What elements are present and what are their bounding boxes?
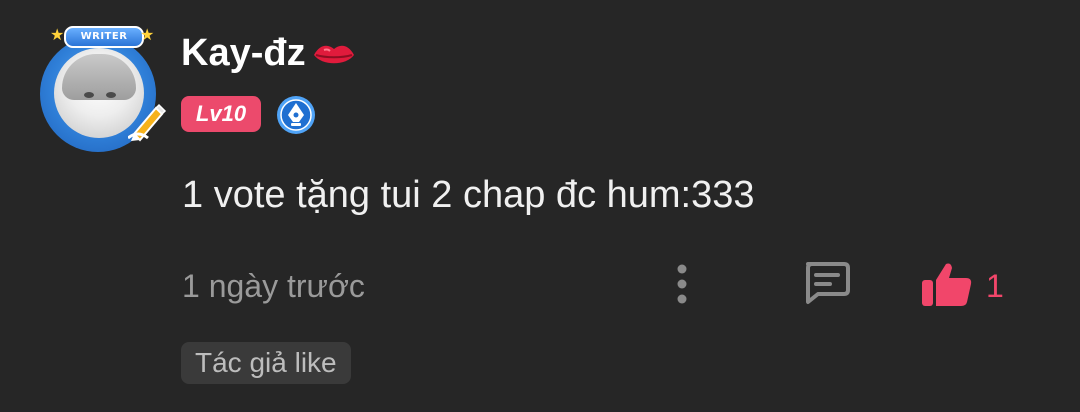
lips-icon [314, 45, 354, 64]
author-liked-tag: Tác giả like [181, 342, 351, 384]
comment-text: 1 vote tặng tui 2 chap đc hum:333 [182, 174, 755, 216]
author-name[interactable]: Kay-đz [181, 32, 306, 75]
star-icon: ★ [50, 27, 65, 44]
thumbs-up-icon[interactable] [918, 260, 974, 308]
star-icon: ★ [140, 27, 155, 44]
avatar-writer-banner: WRITER [64, 26, 144, 48]
avatar-eye [106, 92, 116, 98]
level-badge: Lv10 [181, 96, 261, 132]
vertical-dots-icon[interactable] [668, 262, 696, 306]
pen-nib-badge-icon [277, 96, 315, 134]
timestamp: 1 ngày trước [182, 268, 365, 304]
comment-bubble-icon[interactable] [800, 260, 852, 306]
avatar-eye [84, 92, 94, 98]
avatar[interactable]: WRITER ★ ★ [36, 22, 168, 152]
pencil-icon [128, 103, 167, 142]
avatar-hair [62, 54, 136, 100]
like-count: 1 [986, 268, 1004, 304]
